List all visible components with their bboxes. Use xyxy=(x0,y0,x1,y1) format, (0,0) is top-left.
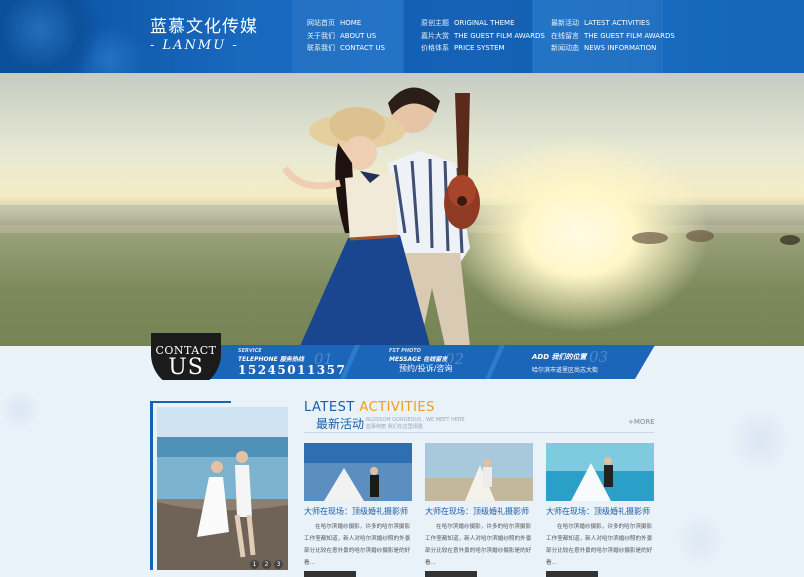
hero-banner xyxy=(0,73,804,346)
address-index: 03 xyxy=(589,348,609,366)
nav-home[interactable]: 网站首页 HOME xyxy=(307,17,403,30)
phone-label-1: SERVICE xyxy=(238,348,262,354)
logo-chinese: 蓝慕文化传媒 xyxy=(150,17,258,37)
slider-dot-1[interactable]: 1 xyxy=(250,560,259,569)
activity-photo[interactable] xyxy=(546,443,654,501)
nav-news[interactable]: 新闻动态 NEWS INFORMATION xyxy=(551,42,663,55)
address-label: ADD 我们的位置 xyxy=(532,353,587,361)
activity-detail-button[interactable] xyxy=(546,571,598,577)
activity-card[interactable]: 大师在现场：顶级婚礼摄影师 在哈尔滨婚纱摄影，许多的哈尔滨摄影工作室都知道，新人… xyxy=(425,443,533,577)
nav-original-theme[interactable]: 原创主题 ORIGINAL THEME xyxy=(421,17,532,30)
section-divider xyxy=(304,432,654,433)
nav-column-1: 网站首页 HOME 关于我们 ABOUT US 联系我们 CONTACT US xyxy=(292,0,403,73)
activity-title[interactable]: 大师在现场：顶级婚礼摄影师 xyxy=(425,506,533,517)
activity-card[interactable]: 大师在现场：顶级婚礼摄影师 在哈尔滨婚纱摄影，许多的哈尔滨摄影工作室都知道，新人… xyxy=(546,443,654,577)
slider-dot-2[interactable]: 2 xyxy=(262,560,271,569)
activity-card[interactable]: 大师在现场：顶级婚礼摄影师 在哈尔滨婚纱摄影，许多的哈尔滨摄影工作室都知道，新人… xyxy=(304,443,412,577)
nav-column-3: 最新活动 LATEST ACTIVITIES 在线留言 THE GUEST FILM… xyxy=(533,0,675,73)
phone-number: 15245011357 xyxy=(238,363,347,377)
site-header: 蓝慕文化传媒 - LANMU - 网站首页 HOME 关于我们 ABOUT US 联… xyxy=(0,0,804,73)
site-logo[interactable]: 蓝慕文化传媒 - LANMU - xyxy=(150,17,258,58)
nav-contact[interactable]: 联系我们 CONTACT US xyxy=(307,42,403,55)
activity-desc: 在哈尔滨婚纱摄影，许多的哈尔滨摄影工作室都知道，新人对哈尔滨婚纱照的外景部分比较… xyxy=(304,524,411,566)
message-value: 预约/投诉/咨询 xyxy=(399,364,453,373)
nav-about[interactable]: 关于我们 ABOUT US xyxy=(307,30,403,43)
more-link[interactable]: +MORE xyxy=(628,418,655,426)
section-title-zh: 最新活动 xyxy=(316,417,365,431)
message-index: 02 xyxy=(445,350,465,368)
slider-dot-3[interactable]: 3 xyxy=(274,560,283,569)
slider-dots: 1 2 3 xyxy=(250,560,283,569)
activity-detail-button[interactable] xyxy=(304,571,356,577)
activity-detail-button[interactable] xyxy=(425,571,477,577)
address-value: 哈尔滨市道里区尚志大街 xyxy=(532,367,599,374)
activity-title[interactable]: 大师在现场：顶级婚礼摄影师 xyxy=(546,506,654,517)
activity-title[interactable]: 大师在现场：顶级婚礼摄影师 xyxy=(304,506,412,517)
phone-label-2: TELEPHONE 服务热线 xyxy=(238,356,304,363)
phone-index: 01 xyxy=(314,350,334,368)
nav-online-message[interactable]: 在线留言 THE GUEST FILM AWARDS xyxy=(551,30,675,43)
rose-decoration xyxy=(0,0,150,73)
section-title: LATEST ACTIVITIES xyxy=(304,400,435,415)
nav-column-2: 原创主题 ORIGINAL THEME 嘉片大赏 THE GUEST FILM AW… xyxy=(404,0,545,73)
activity-photo[interactable] xyxy=(425,443,533,501)
contact-cell-message[interactable]: FST PHOTO MESSAGE 在线留言 02 预约/投诉/咨询 xyxy=(389,348,499,384)
activity-photo[interactable] xyxy=(304,443,412,501)
message-label-1: FST PHOTO xyxy=(389,348,421,354)
contact-cell-phone[interactable]: SERVICE TELEPHONE 服务热线 01 15245011357 xyxy=(238,348,358,384)
activity-desc: 在哈尔滨婚纱摄影，许多的哈尔滨摄影工作室都知道，新人对哈尔滨婚纱照的外景部分比较… xyxy=(546,524,653,566)
nav-price-system[interactable]: 价格体系 PRICE SYSTEM xyxy=(421,42,532,55)
couple-photo xyxy=(281,87,800,346)
message-label-2: MESSAGE 在线留言 xyxy=(389,356,448,363)
logo-english: - LANMU - xyxy=(150,38,239,53)
featured-photo[interactable] xyxy=(157,407,288,570)
contact-badge-big: US xyxy=(168,355,204,380)
nav-film-awards[interactable]: 嘉片大赏 THE GUEST FILM AWARDS xyxy=(421,30,545,43)
activity-desc: 在哈尔滨婚纱摄影，许多的哈尔滨摄影工作室都知道，新人对哈尔滨婚纱照的外景部分比较… xyxy=(425,524,532,566)
section-subtitle: BLOSSOM GORGEOUS , WE MEET HERE 蓝慕绚丽 我们在这… xyxy=(366,417,465,430)
nav-latest-activities[interactable]: 最新活动 LATEST ACTIVITIES xyxy=(551,17,663,30)
